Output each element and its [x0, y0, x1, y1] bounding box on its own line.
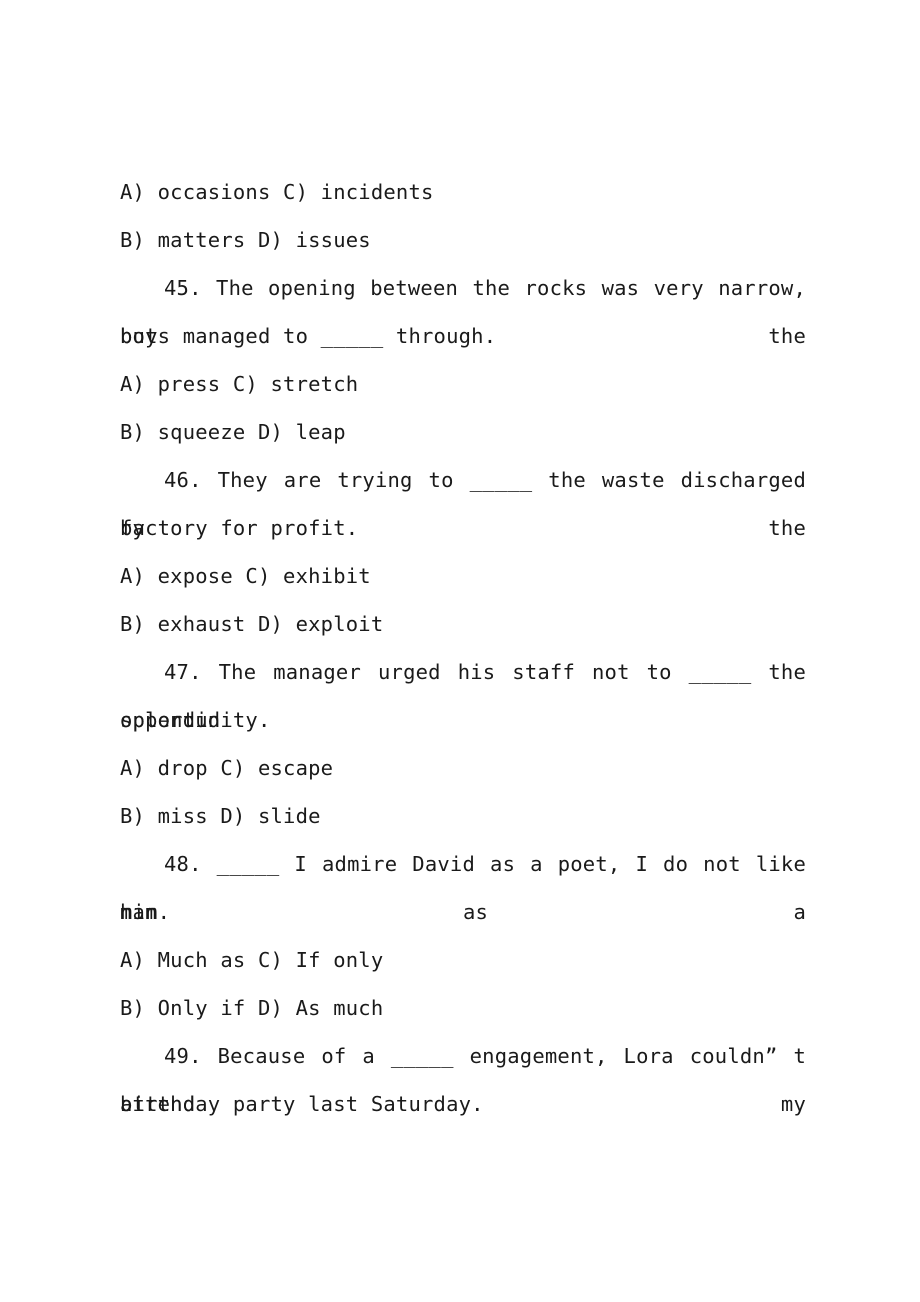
option-row: A) occasions C) incidents	[120, 180, 434, 204]
exam-question-list: A) occasions C) incidents B) matters D) …	[120, 168, 806, 1128]
question-stem-line: 48. _____ I admire David as a poet, I do…	[120, 852, 806, 924]
option-row: B) exhaust D) exploit	[120, 612, 384, 636]
question-stem-line: 45. The opening between the rocks was ve…	[120, 276, 806, 348]
question-stem-line: 46. They are trying to _____ the waste d…	[120, 468, 806, 540]
option-row: A) drop C) escape	[120, 756, 334, 780]
document-page: A) occasions C) incidents B) matters D) …	[0, 0, 920, 1302]
option-row: A) Much as C) If only	[120, 948, 384, 972]
option-row: A) expose C) exhibit	[120, 564, 371, 588]
option-row: A) press C) stretch	[120, 372, 359, 396]
question-stem-line: opportunity.	[120, 708, 271, 732]
question-stem-line: 47. The manager urged his staff not to _…	[120, 660, 806, 732]
option-row: B) matters D) issues	[120, 228, 371, 252]
option-row: B) miss D) slide	[120, 804, 321, 828]
question-stem-line: 49. Because of a _____ engagement, Lora …	[120, 1044, 806, 1116]
option-row: B) squeeze D) leap	[120, 420, 346, 444]
option-row: B) Only if D) As much	[120, 996, 384, 1020]
